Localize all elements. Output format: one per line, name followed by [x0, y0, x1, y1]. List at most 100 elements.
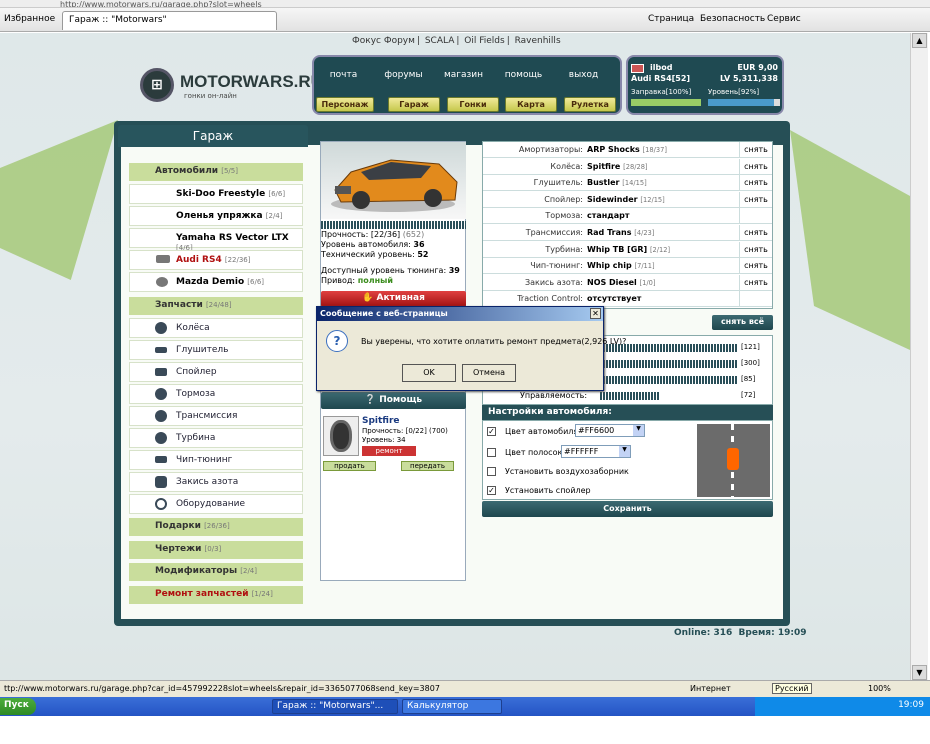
remove-part-button[interactable]: снять [739, 274, 772, 291]
scroll-up-icon[interactable]: ▲ [912, 33, 927, 48]
car-stats: Прочность: [22/36] (652) Уровень автомоб… [321, 230, 460, 286]
remove-all-button[interactable]: снять всё [712, 315, 773, 330]
part-value[interactable]: Bustler [14/15] [587, 178, 647, 187]
part-name: отсутствует [587, 294, 642, 304]
remove-part-button[interactable] [739, 291, 772, 308]
ok-button[interactable]: OK [402, 364, 456, 382]
nav-forums[interactable]: форумы [376, 70, 431, 80]
intake-checkbox[interactable] [487, 467, 496, 476]
sidebar-item-turbo[interactable]: Турбина [129, 428, 303, 448]
page-menu[interactable]: Страница [648, 14, 694, 24]
sidebar-item-wheels[interactable]: Колёса [129, 318, 303, 338]
part-name: NOS Diesel [587, 277, 637, 287]
blueprints-header[interactable]: Чертежи [0/3] [129, 541, 303, 559]
car-item[interactable]: Ski-Doo Freestyle [6/6] [129, 184, 303, 204]
help-button[interactable]: ❔ Помощь [321, 392, 466, 409]
user-name[interactable]: ilbod [650, 63, 672, 72]
repair-parts-header[interactable]: Ремонт запчастей [1/24] [129, 586, 303, 604]
nav-map-button[interactable]: Карта [505, 97, 557, 112]
sidebar-item-equipment[interactable]: Оборудование [129, 494, 303, 514]
car-item[interactable]: Оленья упряжка [2/4] [129, 206, 303, 226]
remove-part-button[interactable]: снять [739, 258, 772, 275]
car-preview [697, 424, 770, 497]
car-item[interactable]: Mazda Demio [6/6] [129, 272, 303, 292]
address-bar[interactable]: http://www.motorwars.ru/garage.php?slot=… [0, 0, 930, 8]
part-value[interactable]: Whip TB [GR] [2/12] [587, 245, 670, 254]
part-value[interactable]: стандарт [587, 211, 630, 220]
car-color-select[interactable]: #FF6600 ▼ [575, 424, 645, 437]
nav-garage-button[interactable]: Гараж [388, 97, 440, 112]
link-ravenhills[interactable]: Ravenhills [515, 36, 561, 46]
remove-part-button[interactable]: снять [739, 191, 772, 208]
remove-part-button[interactable]: снять [739, 175, 772, 192]
close-icon[interactable]: ✕ [590, 308, 601, 319]
sidebar-item-spoiler[interactable]: Спойлер [129, 362, 303, 382]
parts-header[interactable]: Запчасти [24/48] [129, 297, 303, 315]
task-calculator[interactable]: Калькулятор [402, 699, 502, 714]
logo[interactable]: ⊞ MOTORWARS.RU гонки он-лайн [140, 68, 323, 104]
security-menu[interactable]: Безопасность [700, 14, 765, 24]
car-level-label: Уровень автомобиля: [321, 240, 411, 249]
part-label: Спойлер [176, 367, 217, 377]
sidebar-item-transmission[interactable]: Трансмиссия [129, 406, 303, 426]
cars-header[interactable]: Автомобили [5/5] [129, 163, 303, 181]
part-value[interactable]: NOS Diesel [1/0] [587, 278, 655, 287]
remove-part-button[interactable]: снять [739, 225, 772, 241]
car-item[interactable]: Yamaha RS Vector LTX [4/6] [129, 228, 303, 252]
car-item-active[interactable]: Audi RS4 [22/36] [129, 250, 303, 270]
sidebar-item-nitro[interactable]: Закись азота [129, 472, 303, 492]
part-value[interactable]: Sidewinder [12/15] [587, 195, 665, 204]
remove-part-button[interactable]: снять [739, 241, 772, 258]
task-garage[interactable]: Гараж :: "Motorwars"... [272, 699, 398, 714]
favorites-button[interactable]: Избранное [4, 14, 55, 24]
nav-character-button[interactable]: Персонаж [316, 97, 374, 112]
part-value[interactable]: Rad Trans [4/23] [587, 228, 654, 237]
part-name: стандарт [587, 211, 630, 221]
remove-part-button[interactable]: снять [739, 142, 772, 158]
nav-roulette-button[interactable]: Рулетка [564, 97, 616, 112]
link-focus-forum[interactable]: Фокус Форум [352, 36, 415, 46]
car-top-view [727, 448, 739, 470]
nav-mail[interactable]: почта [316, 70, 371, 80]
remove-part-button[interactable]: снять [739, 158, 772, 175]
part-slot-label: Traction Control: [517, 294, 583, 304]
scrollbar[interactable]: ▲ ▼ [910, 33, 928, 680]
active-button[interactable]: ✋ Активная [321, 291, 466, 307]
save-button[interactable]: Сохранить [482, 501, 773, 517]
part-value[interactable]: ARP Shocks [18/37] [587, 145, 667, 154]
color-checkbox[interactable]: ✓ [487, 427, 496, 436]
sidebar-item-brakes[interactable]: Тормоза [129, 384, 303, 404]
spoiler-checkbox[interactable]: ✓ [487, 486, 496, 495]
part-row: Амортизаторы: ARP Shocks [18/37] снять [483, 142, 772, 158]
repair-button[interactable]: ремонт [362, 446, 416, 456]
nav-shop[interactable]: магазин [436, 70, 491, 80]
scroll-down-icon[interactable]: ▼ [912, 665, 927, 680]
part-value[interactable]: отсутствует [587, 294, 641, 303]
link-oil-fields[interactable]: Oil Fields [464, 36, 504, 46]
nav-races-button[interactable]: Гонки [447, 97, 499, 112]
tools-menu[interactable]: Сервис [767, 14, 801, 24]
cancel-button[interactable]: Отмена [462, 364, 516, 382]
fuel-bar [631, 99, 701, 106]
modifiers-header[interactable]: Модификаторы [2/4] [129, 563, 303, 581]
tab-garage[interactable]: Гараж :: "Motorwars" [62, 11, 277, 30]
sidebar-item-muffler[interactable]: Глушитель [129, 340, 303, 360]
part-label: Оборудование [176, 499, 245, 509]
part-value[interactable]: Whip chip [7/11] [587, 261, 655, 270]
stripe-color-select[interactable]: #FFFFFF ▼ [561, 445, 631, 458]
stripe-checkbox[interactable] [487, 448, 496, 457]
item-name[interactable]: Spitfire [362, 416, 400, 426]
tire-image[interactable] [323, 416, 359, 456]
part-value[interactable]: Spitfire [28/28] [587, 162, 648, 171]
start-button[interactable]: Пуск [0, 698, 36, 715]
remove-part-button[interactable] [739, 208, 772, 225]
sell-button[interactable]: продать [323, 461, 376, 471]
zoom-level[interactable]: 100% [868, 684, 891, 693]
nav-help[interactable]: помощь [496, 70, 551, 80]
cat-label: Чертежи [155, 544, 202, 554]
sidebar-item-chip[interactable]: Чип-тюнинг [129, 450, 303, 470]
link-scala[interactable]: SCALA [425, 36, 455, 46]
nav-exit[interactable]: выход [556, 70, 611, 80]
gifts-header[interactable]: Подарки [26/36] [129, 518, 303, 536]
transfer-button[interactable]: передать [401, 461, 454, 471]
